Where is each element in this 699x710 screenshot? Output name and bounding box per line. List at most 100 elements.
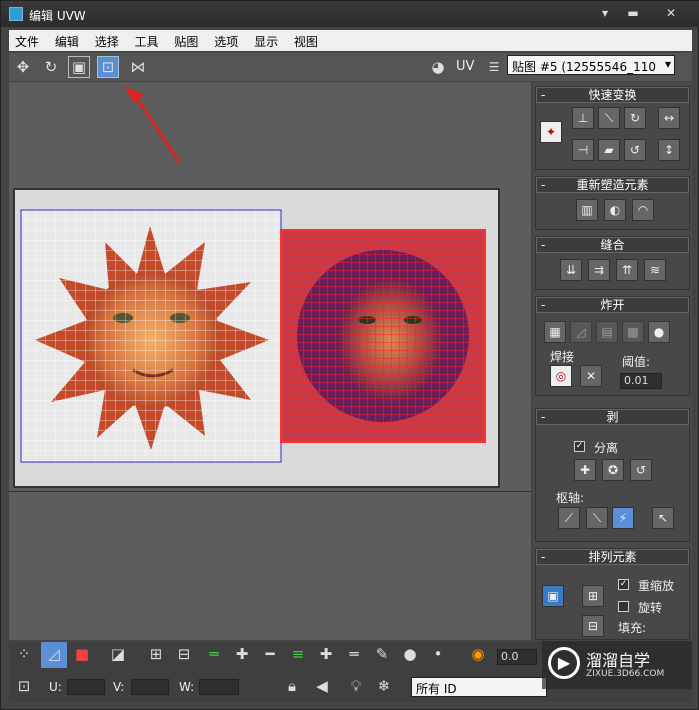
reset-peel-button[interactable]: ↺ <box>630 459 652 481</box>
break-button[interactable]: ▦ <box>544 321 566 343</box>
pivot-point-button[interactable]: ✦ <box>540 121 562 143</box>
map-select-value: 贴图 #5 (12555546_110 <box>512 60 656 74</box>
u-spinner[interactable] <box>67 679 105 695</box>
lock-icon[interactable]: 🔒︎ <box>279 674 305 700</box>
falloff-spinner[interactable]: 0.0 <box>497 649 537 665</box>
uv-canvas[interactable] <box>13 188 500 488</box>
select-pins-button[interactable]: ↖ <box>652 507 674 529</box>
align-horizontal-button[interactable]: ⊥ <box>572 107 594 129</box>
rollout-header-reshape[interactable]: - 重新塑造元素 <box>536 177 689 193</box>
explode-group-button[interactable]: ▩ <box>622 321 644 343</box>
pack-together-button[interactable]: ⊟ <box>582 615 604 637</box>
menu-options[interactable]: 选项 <box>208 30 244 50</box>
weld-label: 焊接 <box>550 350 575 364</box>
straighten-selection-button[interactable]: ▥ <box>576 199 598 221</box>
rescale-label: 重缩放 <box>638 579 675 593</box>
id-filter-select[interactable]: 所有 ID <box>411 677 547 697</box>
shrink-loop-icon[interactable]: ━ <box>257 642 283 668</box>
list-icon[interactable]: ☰ <box>483 56 505 78</box>
ring-icon[interactable]: ≡ <box>285 642 311 668</box>
grow-ring-icon[interactable]: ✚ <box>313 642 339 668</box>
uv-label[interactable]: UV <box>456 59 474 74</box>
menu-display[interactable]: 显示 <box>248 30 284 50</box>
relax-button[interactable]: ◐ <box>604 199 626 221</box>
w-spinner[interactable] <box>199 679 239 695</box>
rollout-header-arrange[interactable]: - 排列元素 <box>536 549 689 565</box>
flatten-button[interactable]: ◿ <box>570 321 592 343</box>
detach-edge-button[interactable]: ▤ <box>596 321 618 343</box>
grow-selection-icon[interactable]: ⊞ <box>143 642 169 668</box>
freeform-mode-icon[interactable]: ⊡ <box>97 56 119 78</box>
absolute-mode-icon[interactable]: ⊡ <box>11 674 37 700</box>
menu-tools[interactable]: 工具 <box>129 30 165 50</box>
menu-arrow-icon[interactable]: ▾ <box>596 5 614 21</box>
shrink-ring-icon[interactable]: ═ <box>341 642 367 668</box>
align-vertical-button[interactable]: ⊣ <box>572 139 594 161</box>
peel-mode-button[interactable]: ✪ <box>602 459 624 481</box>
rollout-header-stitch[interactable]: - 缝合 <box>536 237 689 253</box>
menu-file[interactable]: 文件 <box>9 30 45 50</box>
face-mode-icon[interactable]: ■ <box>69 642 95 668</box>
shrink-brush-icon[interactable]: • <box>425 642 451 668</box>
sphere-button[interactable]: ● <box>648 321 670 343</box>
rotate-cw-button[interactable]: ↻ <box>624 107 646 129</box>
menu-view[interactable]: 视图 <box>288 30 324 50</box>
watermark: ▶ 溜溜自学 ZIXUE.3D66.COM <box>542 641 692 689</box>
rotate-checkbox[interactable] <box>618 601 629 612</box>
minimize-button[interactable]: ▬ <box>624 5 642 21</box>
detach-label: 分离 <box>594 441 619 455</box>
rotate-icon[interactable]: ↻ <box>40 56 62 78</box>
threshold-spinner[interactable]: 0.01 <box>620 373 662 389</box>
freeze-icon[interactable]: ❄ <box>371 674 397 700</box>
stitch-source-button[interactable]: ⇈ <box>616 259 638 281</box>
vertex-mode-icon[interactable]: ⁘ <box>11 642 37 668</box>
soft-select-icon[interactable]: ◉ <box>465 642 491 668</box>
loop-icon[interactable]: ═ <box>201 642 227 668</box>
detach-checkbox[interactable]: ✓ <box>574 441 585 452</box>
rollout-header-explode[interactable]: - 炸开 <box>536 297 689 313</box>
rollout-peel: -剥 ✓ 分离 ✚ ✪ ↺ 枢轴: ⟋ ⟍ ⚡ ↖ <box>535 408 690 542</box>
move-icon[interactable]: ✥ <box>12 56 34 78</box>
close-button[interactable]: ✕ <box>662 5 680 21</box>
map-select[interactable]: 贴图 #5 (12555546_110 ▾ <box>507 55 675 75</box>
menu-edit[interactable]: 编辑 <box>49 30 85 50</box>
edge-mode-icon[interactable]: ◿ <box>41 642 67 668</box>
rescale-checkbox[interactable]: ✓ <box>618 579 629 590</box>
auto-pin-button[interactable]: ⚡ <box>612 507 634 529</box>
unpin-button[interactable]: ⟍ <box>586 507 608 529</box>
shrink-selection-icon[interactable]: ⊟ <box>171 642 197 668</box>
hide-icon[interactable]: ◀ <box>309 674 335 700</box>
scale-icon[interactable]: ▣ <box>68 56 90 78</box>
enlarge-brush-icon[interactable]: ● <box>397 642 423 668</box>
rotate-ccw-button[interactable]: ↺ <box>624 139 646 161</box>
menu-mapping[interactable]: 贴图 <box>168 30 204 50</box>
stitch-custom-button[interactable]: ≋ <box>644 259 666 281</box>
stitch-average-button[interactable]: ⇉ <box>588 259 610 281</box>
space-vertical-button[interactable]: ↕ <box>658 139 680 161</box>
grow-loop-icon[interactable]: ✚ <box>229 642 255 668</box>
checker-icon[interactable]: ◕ <box>427 56 449 78</box>
filter-icon[interactable]: 💡︎ <box>343 674 369 700</box>
pack-normalize-button[interactable]: ▣ <box>542 585 564 607</box>
top-toolbar: ✥ ↻ ▣ ⊡ ⋈ ◕ UV ☰ 贴图 #5 (12555546_110 ▾ <box>9 53 692 81</box>
align-diagonal-button[interactable]: ⟍ <box>598 107 620 129</box>
watermark-brand: 溜溜自学 <box>586 651 651 670</box>
straighten-button[interactable]: ▰ <box>598 139 620 161</box>
weld-selected-button[interactable]: ✕ <box>580 365 602 387</box>
stitch-target-button[interactable]: ⇊ <box>560 259 582 281</box>
quick-peel-button[interactable]: ✚ <box>574 459 596 481</box>
rollout-header-peel[interactable]: -剥 <box>536 409 689 425</box>
relax-dome-button[interactable]: ◠ <box>632 199 654 221</box>
menu-select[interactable]: 选择 <box>89 30 125 50</box>
space-horizontal-button[interactable]: ↔ <box>658 107 680 129</box>
weld-target-button[interactable]: ◎ <box>550 365 572 387</box>
pin-button[interactable]: ⟋ <box>558 507 580 529</box>
rollout-header-quick-transform[interactable]: - 快速变换 <box>536 87 689 103</box>
element-mode-icon[interactable]: ◪ <box>105 642 131 668</box>
paint-select-icon[interactable]: ✎ <box>369 642 395 668</box>
uv-viewport[interactable] <box>9 82 531 640</box>
mirror-icon[interactable]: ⋈ <box>127 56 149 78</box>
v-spinner[interactable] <box>131 679 169 695</box>
pack-custom-button[interactable]: ⊞ <box>582 585 604 607</box>
rollout-title: 剥 <box>606 410 619 424</box>
